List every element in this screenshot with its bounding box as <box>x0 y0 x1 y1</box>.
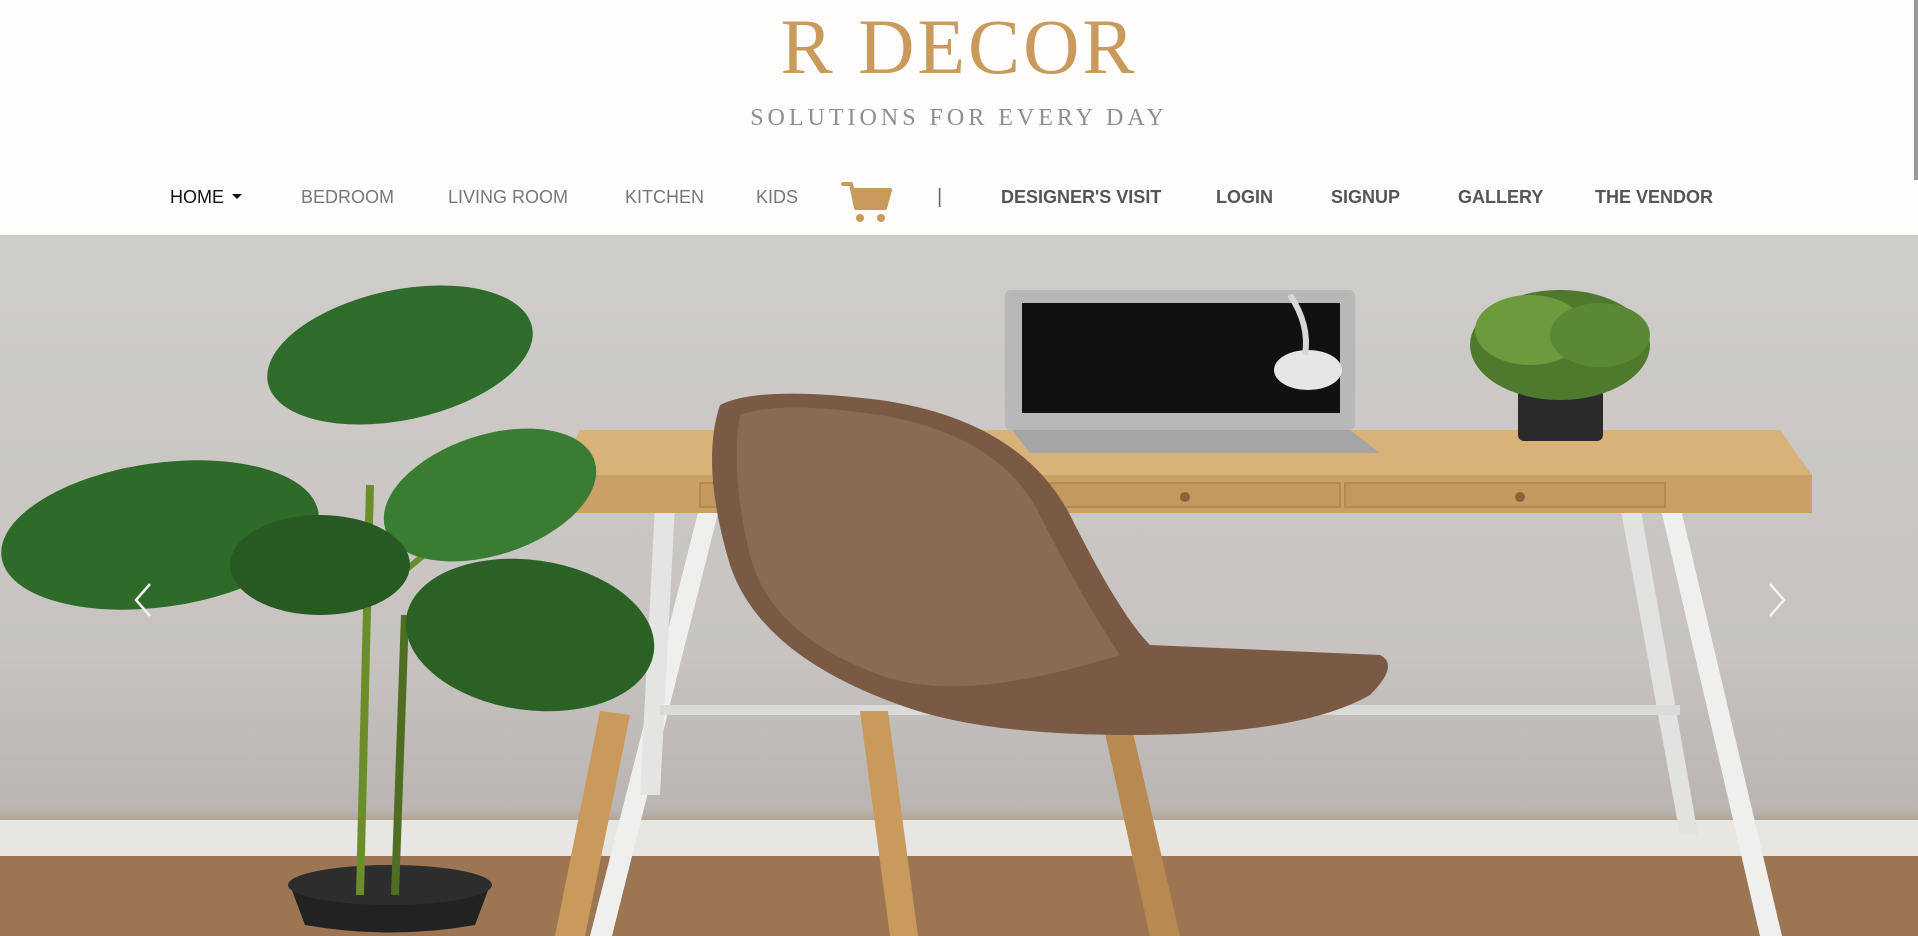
nav-item-bedroom[interactable]: BEDROOM <box>301 186 394 208</box>
nav-item-signup[interactable]: SIGNUP <box>1331 186 1400 208</box>
carousel-next-button[interactable] <box>1756 570 1796 630</box>
nav-item-designers-visit[interactable]: DESIGNER'S VISIT <box>1001 186 1161 208</box>
hero-slide-image <box>0 285 1918 936</box>
main-nav: HOME BEDROOM LIVING ROOM KITCHEN KIDS | … <box>0 180 1918 222</box>
nav-item-gallery[interactable]: GALLERY <box>1458 186 1543 208</box>
shopping-cart-icon[interactable] <box>841 180 893 224</box>
hero-carousel <box>0 235 1918 936</box>
nav-home-label: HOME <box>170 187 224 207</box>
brand-logo-title[interactable]: R DECOR <box>0 2 1918 92</box>
nav-item-the-vendor[interactable]: THE VENDOR <box>1595 186 1713 208</box>
nav-item-home[interactable]: HOME <box>170 186 242 208</box>
page-scrollbar[interactable] <box>1914 0 1918 180</box>
chevron-left-icon <box>134 583 151 617</box>
nav-separator: | <box>937 186 943 208</box>
carousel-prev-button[interactable] <box>124 570 164 630</box>
site-header: R DECOR SOLUTIONS FOR EVERY DAY HOME BED… <box>0 0 1918 235</box>
brand-tagline: SOLUTIONS FOR EVERY DAY <box>750 105 1168 131</box>
nav-item-login[interactable]: LOGIN <box>1216 186 1273 208</box>
nav-item-living-room[interactable]: LIVING ROOM <box>448 186 568 208</box>
nav-item-kids[interactable]: KIDS <box>756 186 798 208</box>
nav-item-kitchen[interactable]: KITCHEN <box>625 186 704 208</box>
chevron-right-icon <box>1769 583 1786 617</box>
caret-down-icon <box>232 193 242 199</box>
